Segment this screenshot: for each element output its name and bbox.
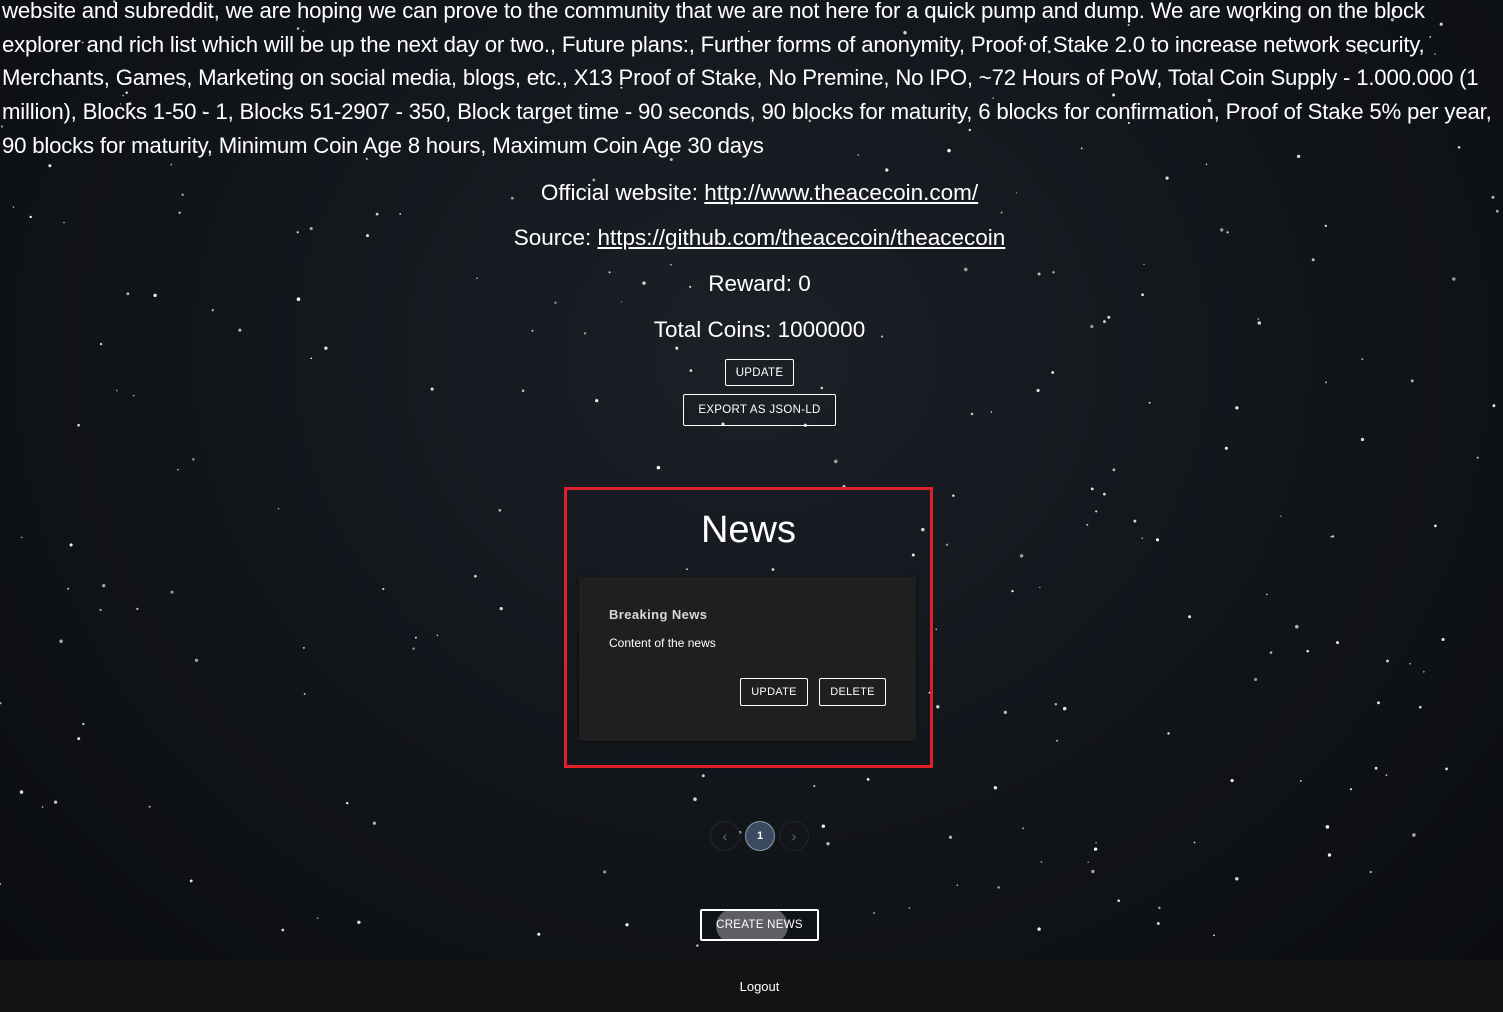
- pagination-prev-button[interactable]: ‹: [710, 821, 740, 851]
- news-title: Breaking News: [609, 607, 708, 622]
- main-content: website and subreddit, we are hoping we …: [0, 0, 1503, 960]
- pagination-page-1[interactable]: 1: [745, 821, 775, 851]
- news-update-button[interactable]: UPDATE: [740, 678, 808, 706]
- news-card: Breaking News Content of the news UPDATE…: [579, 577, 916, 741]
- source-label: Source:: [513, 225, 592, 250]
- news-heading: News: [700, 509, 797, 551]
- news-delete-button[interactable]: DELETE: [819, 678, 886, 706]
- chevron-left-icon: ‹: [722, 828, 728, 844]
- reward-label: Reward:: [708, 271, 792, 296]
- create-news-label: CREATE NEWS: [716, 919, 803, 931]
- news-content: Content of the news: [609, 636, 716, 650]
- news-pagination: ‹ 1 ›: [709, 821, 809, 853]
- official-website-line: Official website: http://www.theacecoin.…: [0, 179, 1503, 207]
- coin-description: website and subreddit, we are hoping we …: [2, 0, 1492, 158]
- total-coins-line: Total Coins: 1000000: [0, 316, 1503, 344]
- total-coins-value: 1000000: [777, 317, 866, 342]
- reward-value: 0: [798, 271, 811, 296]
- coin-update-button[interactable]: UPDATE: [725, 359, 794, 386]
- logout-link[interactable]: Logout: [740, 979, 780, 994]
- official-website-label: Official website:: [540, 180, 698, 205]
- pagination-next-button[interactable]: ›: [779, 821, 809, 851]
- official-website-link[interactable]: http://www.theacecoin.com/: [704, 180, 978, 205]
- chevron-right-icon: ›: [791, 828, 797, 844]
- export-json-ld-button[interactable]: EXPORT AS JSON-LD: [683, 394, 836, 426]
- source-line: Source: https://github.com/theacecoin/th…: [0, 224, 1503, 252]
- source-link[interactable]: https://github.com/theacecoin/theacecoin: [598, 225, 1006, 250]
- total-coins-label: Total Coins:: [653, 317, 772, 342]
- footer: Logout: [0, 960, 1503, 1012]
- news-section: News Breaking News Content of the news U…: [564, 487, 933, 768]
- reward-line: Reward: 0: [0, 270, 1503, 298]
- create-news-button[interactable]: CREATE NEWS: [700, 909, 819, 941]
